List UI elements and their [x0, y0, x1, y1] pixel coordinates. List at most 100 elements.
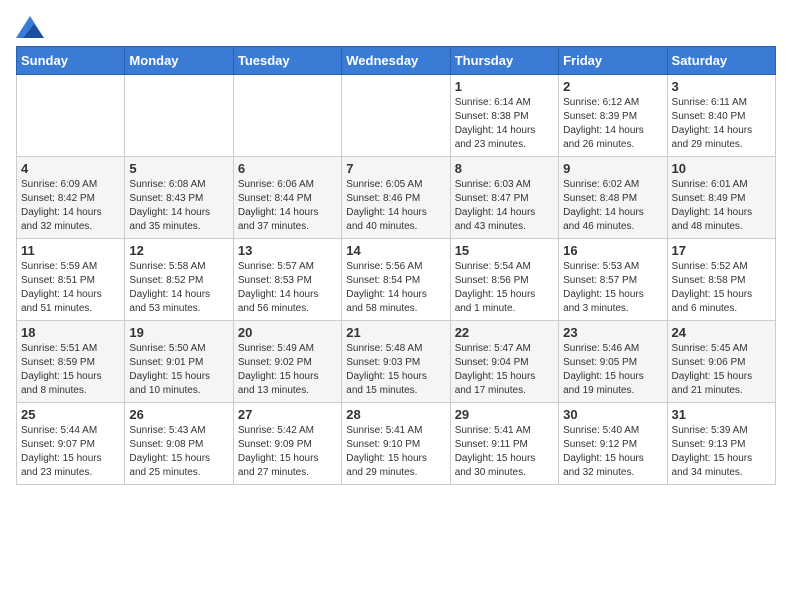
day-number: 28 [346, 407, 445, 422]
day-info: Sunrise: 6:12 AMSunset: 8:39 PMDaylight:… [563, 96, 662, 152]
day-number: 1 [455, 79, 554, 94]
calendar-cell: 16 Sunrise: 5:53 AMSunset: 8:57 PMDayligh… [559, 239, 667, 321]
day-info: Sunrise: 5:54 AMSunset: 8:56 PMDaylight:… [455, 260, 554, 316]
day-number: 9 [563, 161, 662, 176]
calendar-cell: 10 Sunrise: 6:01 AMSunset: 8:49 PMDayligh… [667, 157, 775, 239]
calendar-cell: 5 Sunrise: 6:08 AMSunset: 8:43 PMDaylight… [125, 157, 233, 239]
day-info: Sunrise: 5:47 AMSunset: 9:04 PMDaylight:… [455, 342, 554, 398]
day-number: 24 [672, 325, 771, 340]
calendar-cell: 7 Sunrise: 6:05 AMSunset: 8:46 PMDaylight… [342, 157, 450, 239]
day-number: 22 [455, 325, 554, 340]
calendar-cell: 6 Sunrise: 6:06 AMSunset: 8:44 PMDaylight… [233, 157, 341, 239]
day-number: 14 [346, 243, 445, 258]
calendar-cell: 22 Sunrise: 5:47 AMSunset: 9:04 PMDayligh… [450, 321, 558, 403]
calendar-cell: 8 Sunrise: 6:03 AMSunset: 8:47 PMDaylight… [450, 157, 558, 239]
day-number: 7 [346, 161, 445, 176]
day-number: 11 [21, 243, 120, 258]
calendar-cell: 18 Sunrise: 5:51 AMSunset: 8:59 PMDayligh… [17, 321, 125, 403]
day-number: 15 [455, 243, 554, 258]
day-number: 21 [346, 325, 445, 340]
day-info: Sunrise: 5:49 AMSunset: 9:02 PMDaylight:… [238, 342, 337, 398]
day-number: 23 [563, 325, 662, 340]
day-info: Sunrise: 5:43 AMSunset: 9:08 PMDaylight:… [129, 424, 228, 480]
day-info: Sunrise: 5:42 AMSunset: 9:09 PMDaylight:… [238, 424, 337, 480]
day-info: Sunrise: 6:05 AMSunset: 8:46 PMDaylight:… [346, 178, 445, 234]
calendar-body: 1Sunrise: 6:14 AMSunset: 8:38 PMDaylight… [17, 75, 776, 485]
day-number: 27 [238, 407, 337, 422]
day-info: Sunrise: 5:41 AMSunset: 9:11 PMDaylight:… [455, 424, 554, 480]
day-number: 18 [21, 325, 120, 340]
calendar-week-row: 1Sunrise: 6:14 AMSunset: 8:38 PMDaylight… [17, 75, 776, 157]
page-header [16, 16, 776, 38]
day-number: 29 [455, 407, 554, 422]
col-thursday: Thursday [450, 47, 558, 75]
col-sunday: Sunday [17, 47, 125, 75]
calendar-cell: 15 Sunrise: 5:54 AMSunset: 8:56 PMDayligh… [450, 239, 558, 321]
calendar-cell: 21 Sunrise: 5:48 AMSunset: 9:03 PMDayligh… [342, 321, 450, 403]
day-info: Sunrise: 6:06 AMSunset: 8:44 PMDaylight:… [238, 178, 337, 234]
day-info: Sunrise: 5:45 AMSunset: 9:06 PMDaylight:… [672, 342, 771, 398]
calendar-cell: 29 Sunrise: 5:41 AMSunset: 9:11 PMDayligh… [450, 403, 558, 485]
day-number: 5 [129, 161, 228, 176]
day-info: Sunrise: 6:08 AMSunset: 8:43 PMDaylight:… [129, 178, 228, 234]
calendar-table: Sunday Monday Tuesday Wednesday Thursday… [16, 46, 776, 485]
calendar-cell: 27 Sunrise: 5:42 AMSunset: 9:09 PMDayligh… [233, 403, 341, 485]
day-info: Sunrise: 6:01 AMSunset: 8:49 PMDaylight:… [672, 178, 771, 234]
day-number: 10 [672, 161, 771, 176]
col-tuesday: Tuesday [233, 47, 341, 75]
day-number: 26 [129, 407, 228, 422]
day-number: 12 [129, 243, 228, 258]
day-info: Sunrise: 5:39 AMSunset: 9:13 PMDaylight:… [672, 424, 771, 480]
logo [16, 16, 48, 38]
day-info: Sunrise: 5:40 AMSunset: 9:12 PMDaylight:… [563, 424, 662, 480]
calendar-cell: 4Sunrise: 6:09 AMSunset: 8:42 PMDaylight… [17, 157, 125, 239]
day-info: Sunrise: 5:53 AMSunset: 8:57 PMDaylight:… [563, 260, 662, 316]
calendar-cell: 28 Sunrise: 5:41 AMSunset: 9:10 PMDayligh… [342, 403, 450, 485]
calendar-cell: 20 Sunrise: 5:49 AMSunset: 9:02 PMDayligh… [233, 321, 341, 403]
day-info: Sunrise: 5:48 AMSunset: 9:03 PMDaylight:… [346, 342, 445, 398]
calendar-cell: 9 Sunrise: 6:02 AMSunset: 8:48 PMDaylight… [559, 157, 667, 239]
day-number: 19 [129, 325, 228, 340]
calendar-cell: 11 Sunrise: 5:59 AMSunset: 8:51 PMDayligh… [17, 239, 125, 321]
day-info: Sunrise: 6:03 AMSunset: 8:47 PMDaylight:… [455, 178, 554, 234]
day-number: 25 [21, 407, 120, 422]
day-info: Sunrise: 5:50 AMSunset: 9:01 PMDaylight:… [129, 342, 228, 398]
calendar-week-row: 4Sunrise: 6:09 AMSunset: 8:42 PMDaylight… [17, 157, 776, 239]
calendar-cell: 3 Sunrise: 6:11 AMSunset: 8:40 PMDaylight… [667, 75, 775, 157]
calendar-header-row: Sunday Monday Tuesday Wednesday Thursday… [17, 47, 776, 75]
calendar-cell [233, 75, 341, 157]
calendar-cell: 13Sunrise: 5:57 AMSunset: 8:53 PMDayligh… [233, 239, 341, 321]
day-number: 31 [672, 407, 771, 422]
day-number: 8 [455, 161, 554, 176]
day-number: 6 [238, 161, 337, 176]
day-number: 16 [563, 243, 662, 258]
day-info: Sunrise: 6:02 AMSunset: 8:48 PMDaylight:… [563, 178, 662, 234]
calendar-cell: 14Sunrise: 5:56 AMSunset: 8:54 PMDayligh… [342, 239, 450, 321]
day-info: Sunrise: 5:58 AMSunset: 8:52 PMDaylight:… [129, 260, 228, 316]
day-info: Sunrise: 5:41 AMSunset: 9:10 PMDaylight:… [346, 424, 445, 480]
day-number: 4 [21, 161, 120, 176]
col-saturday: Saturday [667, 47, 775, 75]
day-info: Sunrise: 6:11 AMSunset: 8:40 PMDaylight:… [672, 96, 771, 152]
day-info: Sunrise: 5:44 AMSunset: 9:07 PMDaylight:… [21, 424, 120, 480]
day-number: 13 [238, 243, 337, 258]
calendar-week-row: 11 Sunrise: 5:59 AMSunset: 8:51 PMDayligh… [17, 239, 776, 321]
calendar-cell: 24 Sunrise: 5:45 AMSunset: 9:06 PMDayligh… [667, 321, 775, 403]
day-number: 20 [238, 325, 337, 340]
calendar-cell: 19 Sunrise: 5:50 AMSunset: 9:01 PMDayligh… [125, 321, 233, 403]
calendar-cell: 17 Sunrise: 5:52 AMSunset: 8:58 PMDayligh… [667, 239, 775, 321]
calendar-cell [342, 75, 450, 157]
logo-icon [16, 16, 44, 38]
col-monday: Monday [125, 47, 233, 75]
calendar-cell [17, 75, 125, 157]
calendar-cell: 12 Sunrise: 5:58 AMSunset: 8:52 PMDayligh… [125, 239, 233, 321]
calendar-cell: 23 Sunrise: 5:46 AMSunset: 9:05 PMDayligh… [559, 321, 667, 403]
calendar-week-row: 25 Sunrise: 5:44 AMSunset: 9:07 PMDayligh… [17, 403, 776, 485]
day-info: Sunrise: 5:46 AMSunset: 9:05 PMDaylight:… [563, 342, 662, 398]
day-number: 17 [672, 243, 771, 258]
day-number: 3 [672, 79, 771, 94]
calendar-cell [125, 75, 233, 157]
day-info: Sunrise: 5:59 AMSunset: 8:51 PMDaylight:… [21, 260, 120, 316]
day-info: Sunrise: 5:52 AMSunset: 8:58 PMDaylight:… [672, 260, 771, 316]
day-info: Sunrise: 5:51 AMSunset: 8:59 PMDaylight:… [21, 342, 120, 398]
